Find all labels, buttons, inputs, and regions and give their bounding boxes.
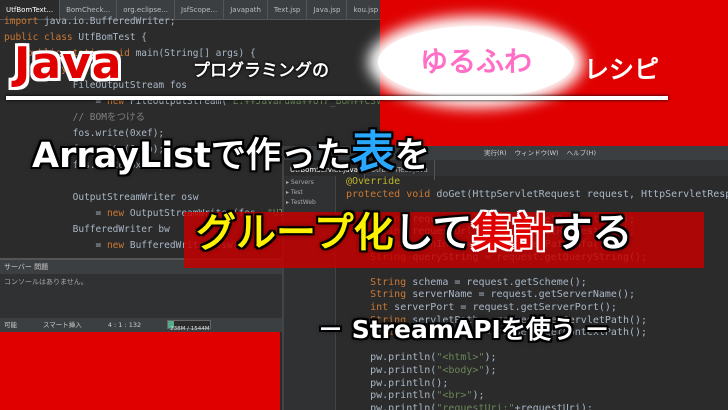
headline-2b: して: [393, 210, 473, 256]
code-token: );: [484, 352, 497, 364]
code-token: );: [484, 364, 497, 376]
memory-indicator[interactable]: 238M / 1544M: [167, 320, 212, 332]
code-token: "<br>": [436, 390, 473, 402]
code-line: String serverName = request.getServerNam…: [346, 289, 728, 302]
code-line: import java.io.BufferedWriter;: [4, 14, 385, 30]
code-token: BufferedWriter bw: [4, 224, 170, 235]
headline-2a: グループ化: [196, 210, 394, 256]
status-cursor-position: 4 : 1 : 132: [107, 321, 142, 329]
code-token: new: [106, 240, 130, 251]
menu-item[interactable]: ヘルプ(H): [567, 146, 596, 160]
red-backdrop-bottom: [0, 332, 280, 410]
code-token: OutputStreamWriter osw: [4, 192, 199, 203]
menu-item[interactable]: 実行(R): [484, 146, 507, 160]
title-subtitle: プログラミングの: [193, 61, 329, 81]
code-token: pw.println(: [346, 402, 437, 410]
code-token: String: [346, 289, 413, 301]
code-line: pw.println("<html>");: [346, 352, 728, 365]
yurufuwa-text: ゆるふわ: [419, 45, 532, 78]
servlet-editor-window: 実行(R) ウィンドウ(W) ヘルプ(H) UtfBomServlet.java Ut…: [282, 146, 728, 410]
recipe-text: レシピ: [584, 55, 660, 84]
code-token: +requestUri);: [514, 402, 593, 410]
headline-1c: を: [394, 136, 430, 176]
menu-item[interactable]: ウィンドウ(W): [515, 146, 559, 160]
headline-line-1: ArrayListで作った表を: [32, 116, 430, 180]
status-insert-mode: スマート挿入: [43, 321, 82, 329]
headline-line-3: － StreamAPIを使う －: [318, 315, 610, 344]
headline-1-highlight: 表: [350, 127, 395, 178]
code-token: new: [106, 208, 130, 219]
project-item[interactable]: ▸ Test: [286, 188, 333, 198]
code-token: pw.println(: [346, 364, 437, 376]
code-line: pw.println("<body>");: [346, 365, 728, 378]
code-line: pw.println();: [346, 378, 728, 391]
code-token: "<body>": [436, 364, 485, 376]
headline-line-2: グループ化して集計する: [196, 200, 632, 258]
status-writable: 可能: [4, 321, 17, 329]
code-line: pw.println("<br>");: [346, 390, 728, 403]
headline-1a: ArrayListで作った: [32, 136, 351, 176]
title-underline: [6, 96, 668, 100]
code-token: serverName = request.getServerName();: [412, 289, 635, 301]
code-token: );: [472, 390, 485, 402]
code-line: pw.println("requestUri:"+requestUri);: [346, 403, 728, 410]
code-token: String: [346, 276, 413, 288]
code-token: protected void: [346, 188, 437, 200]
code-token: pw.println(: [346, 390, 437, 402]
code-token: "requestUri:": [436, 402, 515, 410]
code-line: String schema = request.getScheme();: [346, 277, 728, 290]
code-token: import: [4, 16, 45, 27]
java-title: Java: [14, 38, 123, 89]
code-token: "<html>": [436, 352, 485, 364]
code-token: =: [4, 240, 107, 251]
code-token: java.io.BufferedWriter;: [44, 16, 176, 27]
headline-2d: する: [552, 210, 633, 256]
code-token: doGet(HttpServletRequest request, HttpSe…: [436, 188, 728, 200]
headline-2-highlight: 集計: [472, 210, 553, 256]
code-token: pw.println(: [346, 352, 437, 364]
code-token: pw.println();: [346, 377, 449, 389]
code-token: schema = request.getScheme();: [412, 276, 587, 288]
code-token: =: [4, 208, 107, 219]
